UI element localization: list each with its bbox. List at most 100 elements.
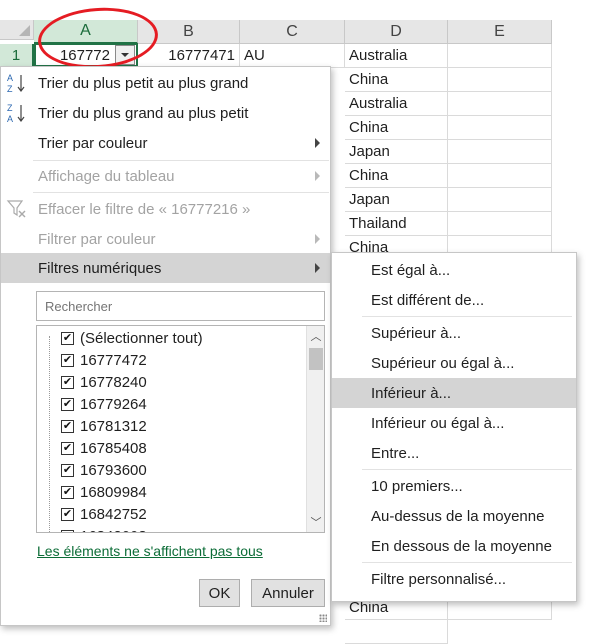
list-item-label: 16785408: [80, 439, 147, 457]
submenu-item-equals[interactable]: Est égal à...: [332, 255, 576, 285]
cell-d6[interactable]: China: [345, 164, 448, 188]
cell-d8[interactable]: Thailand: [345, 212, 448, 236]
filter-values-list: ✔ (Sélectionner tout) ✔ 16777472 ✔ 16778…: [36, 325, 325, 533]
submenu-item-above-average[interactable]: Au-dessus de la moyenne: [332, 501, 576, 531]
cell-e2[interactable]: [448, 68, 552, 92]
menu-item-sort-ascending[interactable]: A Z Trier du plus petit au plus grand: [1, 68, 330, 98]
svg-text:A: A: [7, 73, 13, 83]
cell-d5[interactable]: Japan: [345, 140, 448, 164]
submenu-item-less-or-equal[interactable]: Inférieur ou égal à...: [332, 408, 576, 438]
cell-b1[interactable]: 16777471: [138, 44, 240, 68]
corner-triangle-icon: [19, 25, 30, 36]
cell-d2[interactable]: China: [345, 68, 448, 92]
dropdown-arrow-icon: [121, 53, 129, 57]
cell-d3[interactable]: Australia: [345, 92, 448, 116]
column-header-a[interactable]: A: [34, 20, 138, 44]
submenu-label: Supérieur à...: [371, 324, 462, 342]
cell-e7[interactable]: [448, 188, 552, 212]
cell-e1[interactable]: [448, 44, 552, 68]
menu-label-sort-descending: Trier du plus grand au plus petit: [38, 104, 249, 122]
row-header-1[interactable]: 1: [0, 44, 34, 68]
cell-e4[interactable]: [448, 116, 552, 140]
cancel-button[interactable]: Annuler: [251, 579, 325, 607]
list-item[interactable]: ✔ 16785408: [61, 437, 147, 459]
cell-c1[interactable]: AU: [240, 44, 345, 68]
cell-d-last[interactable]: [345, 620, 448, 644]
svg-text:Z: Z: [7, 103, 13, 113]
scroll-down-icon[interactable]: ﹀: [310, 516, 322, 529]
submenu-label: Supérieur ou égal à...: [371, 354, 515, 372]
autofilter-menu: A Z Trier du plus petit au plus grand Z …: [0, 66, 331, 626]
cell-e6[interactable]: [448, 164, 552, 188]
scroll-up-icon[interactable]: ︿: [310, 330, 322, 343]
menu-item-filter-by-color: Filtrer par couleur: [1, 224, 330, 254]
resize-grip-icon[interactable]: [319, 614, 327, 622]
submenu-item-top-10[interactable]: 10 premiers...: [332, 471, 576, 501]
cell-e5[interactable]: [448, 140, 552, 164]
submenu-item-greater-than[interactable]: Supérieur à...: [332, 318, 576, 348]
submenu-item-between[interactable]: Entre...: [332, 438, 576, 468]
column-header-d[interactable]: D: [345, 20, 448, 44]
column-header-c[interactable]: C: [240, 20, 345, 44]
select-all-corner[interactable]: [0, 20, 34, 40]
column-header-b[interactable]: B: [138, 20, 240, 44]
submenu-item-less-than[interactable]: Inférieur à...: [332, 378, 576, 408]
list-item[interactable]: ✔ 16809984: [61, 481, 147, 503]
checkbox-checked-icon[interactable]: ✔: [61, 529, 74, 532]
sort-ascending-icon: A Z: [7, 73, 25, 94]
cell-d7[interactable]: Japan: [345, 188, 448, 212]
list-item[interactable]: ✔ 16842752: [61, 503, 147, 525]
sort-descending-icon: Z A: [7, 103, 25, 124]
list-item-select-all[interactable]: ✔ (Sélectionner tout): [61, 327, 203, 349]
list-item-label: 16779264: [80, 395, 147, 413]
menu-label-sort-ascending: Trier du plus petit au plus grand: [38, 74, 249, 92]
submenu-item-custom-filter[interactable]: Filtre personnalisé...: [332, 564, 576, 594]
submenu-label: Est égal à...: [371, 261, 451, 279]
search-input[interactable]: [36, 291, 325, 321]
menu-separator: [33, 192, 329, 193]
submenu-separator: [362, 316, 572, 317]
checkbox-checked-icon[interactable]: ✔: [61, 463, 74, 477]
list-item-label: 16777472: [80, 351, 147, 369]
submenu-arrow-icon: [315, 263, 320, 273]
list-item[interactable]: ✔ 16777472: [61, 349, 147, 371]
menu-item-number-filters[interactable]: Filtres numériques: [1, 253, 330, 283]
not-all-shown-link[interactable]: Les éléments ne s'affichent pas tous: [37, 543, 263, 559]
submenu-arrow-icon: [315, 138, 320, 148]
menu-item-clear-filter: Effacer le filtre de « 16777216 »: [1, 194, 330, 224]
list-item[interactable]: ✔ 16779264: [61, 393, 147, 415]
checkbox-checked-icon[interactable]: ✔: [61, 331, 74, 345]
ok-button[interactable]: OK: [199, 579, 240, 607]
checkbox-checked-icon[interactable]: ✔: [61, 485, 74, 499]
checkbox-checked-icon[interactable]: ✔: [61, 419, 74, 433]
scroll-thumb[interactable]: [309, 348, 323, 370]
column-header-e[interactable]: E: [448, 20, 552, 44]
menu-item-sort-descending[interactable]: Z A Trier du plus grand au plus petit: [1, 98, 330, 128]
checkbox-checked-icon[interactable]: ✔: [61, 507, 74, 521]
filter-dropdown-button[interactable]: [115, 45, 135, 65]
list-scrollbar[interactable]: ︿ ﹀: [306, 326, 324, 532]
checkbox-checked-icon[interactable]: ✔: [61, 441, 74, 455]
list-item[interactable]: ✔ 16778240: [61, 371, 147, 393]
submenu-item-below-average[interactable]: En dessous de la moyenne: [332, 531, 576, 561]
submenu-label: Filtre personnalisé...: [371, 570, 507, 588]
cell-d1[interactable]: Australia: [345, 44, 448, 68]
list-item[interactable]: ✔ 16793600: [61, 459, 147, 481]
list-item-label: 16778240: [80, 373, 147, 391]
number-filters-submenu: Est égal à... Est différent de... Supéri…: [331, 252, 577, 602]
menu-label-sheet-view: Affichage du tableau: [38, 167, 175, 185]
submenu-item-greater-or-equal[interactable]: Supérieur ou égal à...: [332, 348, 576, 378]
list-item[interactable]: ✔ 16781312: [61, 415, 147, 437]
cell-e3[interactable]: [448, 92, 552, 116]
menu-item-sort-by-color[interactable]: Trier par couleur: [1, 128, 330, 158]
svg-text:Z: Z: [7, 84, 13, 94]
checkbox-checked-icon[interactable]: ✔: [61, 353, 74, 367]
cell-d4[interactable]: China: [345, 116, 448, 140]
cell-e8[interactable]: [448, 212, 552, 236]
submenu-item-not-equal[interactable]: Est différent de...: [332, 285, 576, 315]
checkbox-checked-icon[interactable]: ✔: [61, 375, 74, 389]
list-item-label: 16781312: [80, 417, 147, 435]
submenu-label: En dessous de la moyenne: [371, 537, 552, 555]
list-item[interactable]: ✔ 16842008: [61, 525, 147, 532]
checkbox-checked-icon[interactable]: ✔: [61, 397, 74, 411]
